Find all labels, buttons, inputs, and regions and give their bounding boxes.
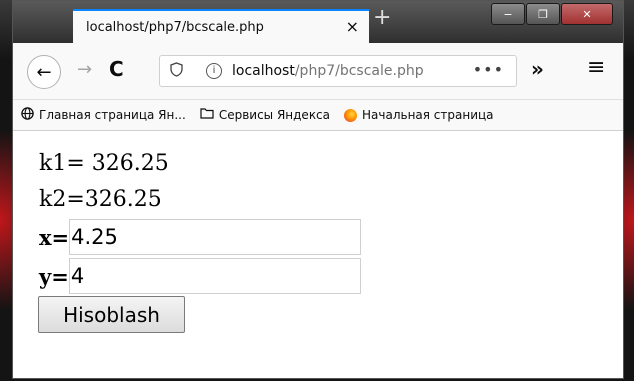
navigation-toolbar: ← → C i localhost/php7/bcscale.php ••• »… <box>13 43 623 100</box>
shield-icon[interactable] <box>170 62 183 81</box>
info-icon[interactable]: i <box>206 63 222 79</box>
k2-result: k2=326.25 <box>39 187 162 212</box>
forward-button[interactable]: → <box>77 59 92 80</box>
hisoblash-button[interactable]: Hisoblash <box>38 296 185 333</box>
k1-result: k1= 326.25 <box>39 151 169 176</box>
bookmark-yandex-home[interactable]: Главная страница Ян... <box>21 106 186 124</box>
url-host: localhost <box>232 63 295 79</box>
new-tab-icon[interactable]: + <box>373 7 391 29</box>
x-input[interactable] <box>69 219 362 255</box>
x-field-row: x= <box>39 219 362 255</box>
hamburger-menu-icon[interactable]: ≡ <box>587 55 605 80</box>
tab-title: localhost/php7/bcscale.php <box>86 20 264 35</box>
window-controls: − ❐ ✕ <box>490 3 613 25</box>
page-actions-icon[interactable]: ••• <box>473 60 504 79</box>
maximize-button[interactable]: ❐ <box>526 3 560 25</box>
y-input[interactable] <box>68 258 361 294</box>
bookmark-label: Начальная страница <box>362 108 494 122</box>
folder-icon <box>200 107 214 123</box>
bookmarks-toolbar: Главная страница Ян... Сервисы Яндекса Н… <box>13 100 623 131</box>
tab-strip: localhost/php7/bcscale.php × + − ❐ ✕ <box>13 1 623 43</box>
bookmark-start-page[interactable]: Начальная страница <box>344 108 494 122</box>
back-button[interactable]: ← <box>27 55 61 89</box>
address-bar[interactable]: i localhost/php7/bcscale.php ••• <box>159 55 517 87</box>
globe-icon <box>21 106 34 124</box>
url-path: /php7/bcscale.php <box>294 63 424 79</box>
close-window-button[interactable]: ✕ <box>561 3 613 25</box>
overflow-menu-button[interactable]: » <box>531 57 544 81</box>
y-label: y= <box>39 263 69 289</box>
page-content: k1= 326.25 k2=326.25 x= y= Hisoblash <box>13 131 623 378</box>
active-tab[interactable]: localhost/php7/bcscale.php × <box>73 9 369 43</box>
x-label: x= <box>39 224 70 250</box>
minimize-button[interactable]: − <box>491 3 525 25</box>
bookmark-label: Сервисы Яндекса <box>218 108 331 122</box>
reload-button[interactable]: C <box>109 57 124 81</box>
browser-window: localhost/php7/bcscale.php × + − ❐ ✕ ← →… <box>12 0 624 379</box>
tab-close-icon[interactable]: × <box>346 17 359 36</box>
y-field-row: y= <box>39 258 361 294</box>
url-text[interactable]: localhost/php7/bcscale.php <box>232 63 424 79</box>
bookmark-yandex-services[interactable]: Сервисы Яндекса <box>200 107 330 123</box>
bookmark-label: Главная страница Ян... <box>39 108 186 122</box>
firefox-icon <box>344 108 358 122</box>
